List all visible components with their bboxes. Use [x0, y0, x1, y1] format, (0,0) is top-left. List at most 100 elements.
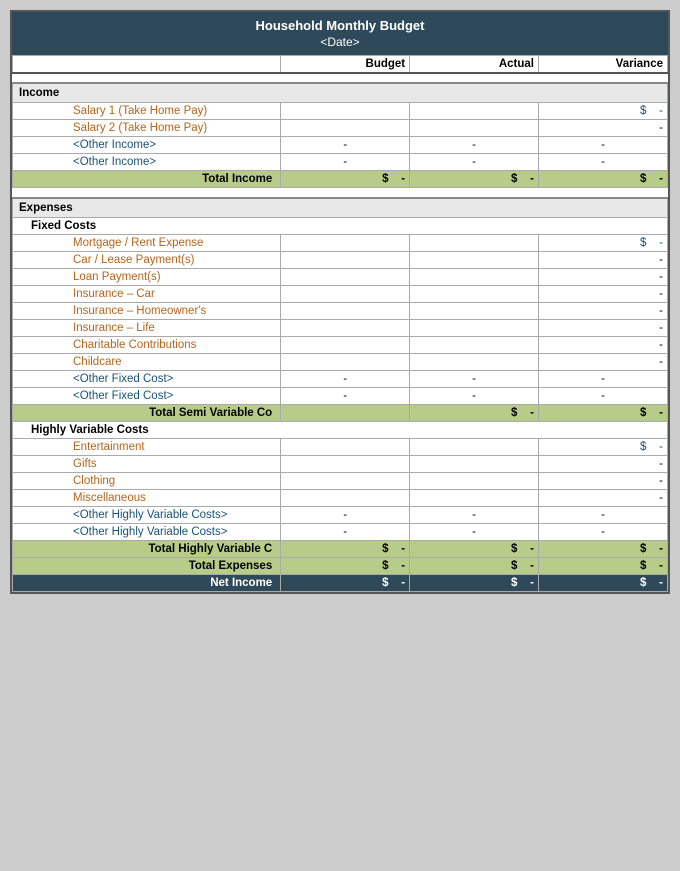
- other-income2-budget[interactable]: -: [281, 154, 410, 171]
- table-row: Loan Payment(s) -: [13, 268, 668, 285]
- total-income-row: Total Income $ - $ - $ -: [13, 171, 668, 188]
- other-income2-variance: -: [538, 154, 667, 171]
- col-header-variance: Variance: [538, 56, 667, 74]
- total-income-actual: $ -: [410, 171, 539, 188]
- total-var-label: Total Highly Variable C: [13, 540, 281, 557]
- other-fixed2-budget[interactable]: -: [281, 387, 410, 404]
- net-income-label: Net Income: [13, 574, 281, 591]
- total-semi-budget: [281, 404, 410, 421]
- total-semi-label: Total Semi Variable Co: [13, 404, 281, 421]
- salary2-budget[interactable]: [281, 120, 410, 137]
- other-fixed1-actual[interactable]: -: [410, 370, 539, 387]
- total-income-variance: $ -: [538, 171, 667, 188]
- total-semi-variable-row: Total Semi Variable Co $ - $ -: [13, 404, 668, 421]
- table-row: <Other Fixed Cost> - - -: [13, 370, 668, 387]
- col-header-actual: Actual: [410, 56, 539, 74]
- total-expenses-budget: $ -: [281, 557, 410, 574]
- table-row: Childcare -: [13, 353, 668, 370]
- ins-home-variance: -: [538, 302, 667, 319]
- other-fixed2-label: <Other Fixed Cost>: [13, 387, 281, 404]
- mortgage-actual[interactable]: [410, 234, 539, 251]
- other-var2-label: <Other Highly Variable Costs>: [13, 523, 281, 540]
- salary2-actual[interactable]: [410, 120, 539, 137]
- gifts-budget[interactable]: [281, 455, 410, 472]
- car-actual[interactable]: [410, 251, 539, 268]
- header-date: <Date>: [12, 35, 668, 55]
- other-var2-actual[interactable]: -: [410, 523, 539, 540]
- childcare-variance: -: [538, 353, 667, 370]
- total-var-variance: $ -: [538, 540, 667, 557]
- charitable-budget[interactable]: [281, 336, 410, 353]
- other-fixed2-variance: -: [538, 387, 667, 404]
- other-var2-variance: -: [538, 523, 667, 540]
- variable-costs-header: Highly Variable Costs: [13, 421, 668, 438]
- mortgage-budget[interactable]: [281, 234, 410, 251]
- misc-variance: -: [538, 489, 667, 506]
- other-fixed1-budget[interactable]: -: [281, 370, 410, 387]
- gifts-actual[interactable]: [410, 455, 539, 472]
- table-row: Charitable Contributions -: [13, 336, 668, 353]
- ins-home-budget[interactable]: [281, 302, 410, 319]
- header-title: Household Monthly Budget: [12, 12, 668, 35]
- misc-label: Miscellaneous: [13, 489, 281, 506]
- ins-life-label: Insurance – Life: [13, 319, 281, 336]
- salary1-budget[interactable]: [281, 103, 410, 120]
- other-income2-actual[interactable]: -: [410, 154, 539, 171]
- table-row: <Other Highly Variable Costs> - - -: [13, 523, 668, 540]
- other-var2-budget[interactable]: -: [281, 523, 410, 540]
- entertainment-budget[interactable]: [281, 438, 410, 455]
- salary1-actual[interactable]: [410, 103, 539, 120]
- other-income1-budget[interactable]: -: [281, 137, 410, 154]
- clothing-label: Clothing: [13, 472, 281, 489]
- ins-home-actual[interactable]: [410, 302, 539, 319]
- other-income1-label: <Other Income>: [13, 137, 281, 154]
- total-var-budget: $ -: [281, 540, 410, 557]
- table-row: Insurance – Homeowner's -: [13, 302, 668, 319]
- mortgage-variance: $ -: [538, 234, 667, 251]
- misc-actual[interactable]: [410, 489, 539, 506]
- net-income-actual: $ -: [410, 574, 539, 591]
- charitable-variance: -: [538, 336, 667, 353]
- total-var-actual: $ -: [410, 540, 539, 557]
- other-fixed1-variance: -: [538, 370, 667, 387]
- entertainment-actual[interactable]: [410, 438, 539, 455]
- table-row: Salary 2 (Take Home Pay) -: [13, 120, 668, 137]
- salary1-variance: $ -: [538, 103, 667, 120]
- childcare-budget[interactable]: [281, 353, 410, 370]
- total-expenses-row: Total Expenses $ - $ - $ -: [13, 557, 668, 574]
- total-expenses-label: Total Expenses: [13, 557, 281, 574]
- other-income1-actual[interactable]: -: [410, 137, 539, 154]
- car-label: Car / Lease Payment(s): [13, 251, 281, 268]
- other-var1-budget[interactable]: -: [281, 506, 410, 523]
- ins-car-actual[interactable]: [410, 285, 539, 302]
- spreadsheet: Household Monthly Budget <Date> Budget A…: [10, 10, 670, 594]
- ins-life-actual[interactable]: [410, 319, 539, 336]
- other-income2-label: <Other Income>: [13, 154, 281, 171]
- loan-budget[interactable]: [281, 268, 410, 285]
- fixed-costs-header: Fixed Costs: [13, 217, 668, 234]
- charitable-actual[interactable]: [410, 336, 539, 353]
- other-fixed1-label: <Other Fixed Cost>: [13, 370, 281, 387]
- charitable-label: Charitable Contributions: [13, 336, 281, 353]
- total-highly-variable-row: Total Highly Variable C $ - $ - $ -: [13, 540, 668, 557]
- clothing-actual[interactable]: [410, 472, 539, 489]
- car-budget[interactable]: [281, 251, 410, 268]
- loan-actual[interactable]: [410, 268, 539, 285]
- table-row: Clothing -: [13, 472, 668, 489]
- table-row: <Other Income> - - -: [13, 137, 668, 154]
- total-income-label: Total Income: [13, 171, 281, 188]
- clothing-budget[interactable]: [281, 472, 410, 489]
- misc-budget[interactable]: [281, 489, 410, 506]
- other-var1-actual[interactable]: -: [410, 506, 539, 523]
- other-fixed2-actual[interactable]: -: [410, 387, 539, 404]
- table-row: Miscellaneous -: [13, 489, 668, 506]
- ins-home-label: Insurance – Homeowner's: [13, 302, 281, 319]
- col-header-budget: Budget: [281, 56, 410, 74]
- ins-car-budget[interactable]: [281, 285, 410, 302]
- other-var1-variance: -: [538, 506, 667, 523]
- childcare-actual[interactable]: [410, 353, 539, 370]
- table-row: Entertainment $ -: [13, 438, 668, 455]
- ins-life-budget[interactable]: [281, 319, 410, 336]
- mortgage-label: Mortgage / Rent Expense: [13, 234, 281, 251]
- col-header-label: [13, 56, 281, 74]
